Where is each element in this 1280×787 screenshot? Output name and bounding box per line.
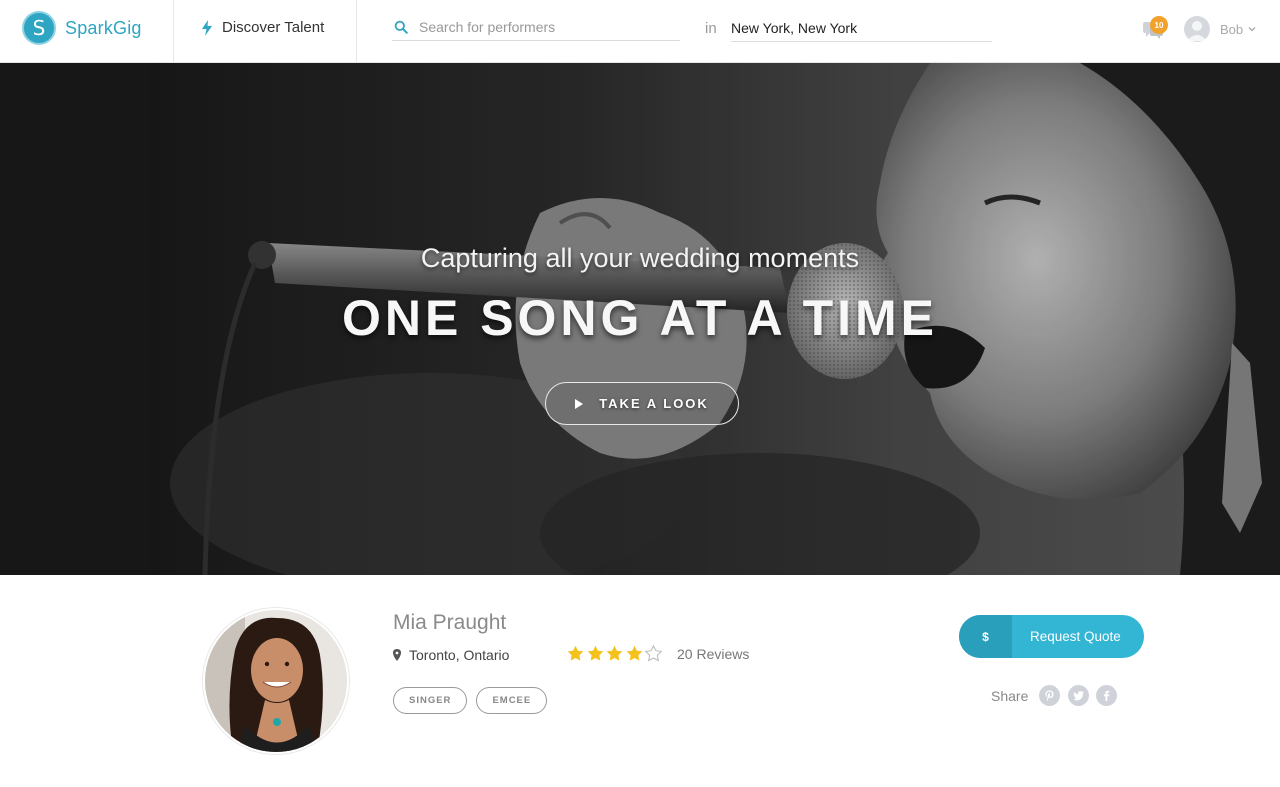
- sparkgig-logo[interactable]: S SparkGig: [22, 11, 142, 45]
- notification-count-badge: 10: [1150, 16, 1168, 34]
- logo-mark-icon: S: [22, 11, 56, 45]
- star-empty-icon: [645, 645, 662, 662]
- take-a-look-button[interactable]: TAKE A LOOK: [545, 382, 739, 425]
- reviews-link[interactable]: 20 Reviews: [677, 646, 749, 662]
- performer-tags: SINGER EMCEE: [393, 687, 556, 714]
- chevron-down-icon: [1248, 27, 1256, 32]
- performer-search: [392, 14, 680, 41]
- facebook-icon[interactable]: [1096, 685, 1117, 706]
- request-quote-label: Request Quote: [1030, 629, 1121, 644]
- request-quote-button[interactable]: $ Request Quote: [959, 615, 1144, 658]
- hero-title: ONE SONG AT A TIME: [341, 290, 939, 346]
- location-field: [731, 14, 992, 42]
- discover-talent-link[interactable]: Discover Talent: [200, 19, 324, 36]
- dollar-icon: $: [959, 615, 1012, 658]
- share-label: Share: [991, 688, 1029, 704]
- tag-singer[interactable]: SINGER: [393, 687, 468, 714]
- location-label: Toronto, Ontario: [409, 647, 510, 663]
- take-a-look-label: TAKE A LOOK: [599, 396, 709, 411]
- performer-avatar[interactable]: [203, 608, 349, 754]
- nav-divider: [356, 0, 357, 62]
- star-filled-icon: [567, 645, 584, 661]
- search-input[interactable]: [419, 19, 669, 35]
- user-avatar-icon: [1184, 16, 1210, 42]
- in-label: in: [705, 20, 717, 37]
- twitter-icon[interactable]: [1067, 685, 1089, 706]
- hero-copy: Capturing all your wedding moments ONE S…: [0, 63, 1280, 575]
- pinterest-icon[interactable]: [1039, 685, 1060, 706]
- logo-text: SparkGig: [65, 17, 142, 38]
- star-filled-icon: [626, 645, 642, 661]
- share-icons: [1039, 685, 1125, 706]
- location-input[interactable]: [731, 19, 986, 36]
- performer-location: Toronto, Ontario: [393, 647, 509, 663]
- top-navigation-bar: S SparkGig Discover Talent in 10 Bob: [0, 0, 1280, 63]
- discover-talent-label: Discover Talent: [222, 19, 325, 36]
- star-rating: [567, 645, 665, 662]
- lightning-bolt-icon: [202, 19, 212, 36]
- performer-name: Mia Praught: [393, 611, 507, 634]
- map-pin-icon: [393, 649, 401, 661]
- search-icon: [394, 20, 408, 34]
- hero-subtitle: Capturing all your wedding moments: [420, 243, 860, 273]
- star-filled-icon: [606, 645, 623, 661]
- nav-divider: [173, 0, 174, 62]
- user-menu[interactable]: Bob: [1184, 16, 1256, 42]
- tag-emcee[interactable]: EMCEE: [476, 687, 548, 714]
- play-icon: [575, 398, 584, 409]
- user-name: Bob: [1220, 21, 1244, 37]
- hero-banner: Capturing all your wedding moments ONE S…: [0, 63, 1280, 575]
- star-filled-icon: [587, 645, 603, 661]
